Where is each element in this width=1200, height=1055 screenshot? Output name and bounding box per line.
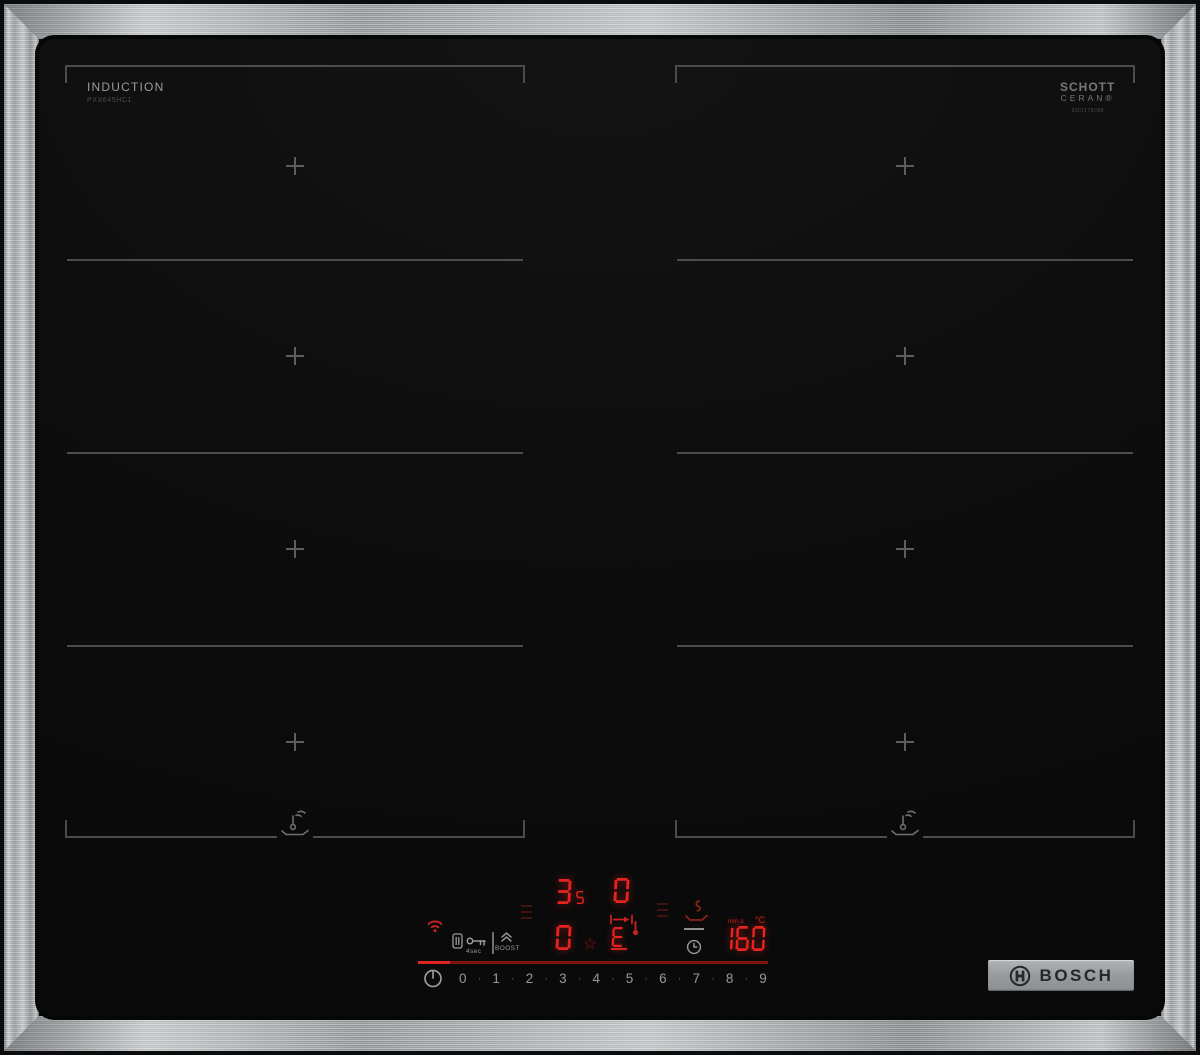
flex-zone-left bbox=[65, 65, 525, 838]
zone-border bbox=[523, 65, 525, 83]
zone-border bbox=[523, 820, 525, 838]
child-lock-label: 4sec bbox=[466, 948, 482, 955]
power-level-slider[interactable]: 0 · 1 · 2 · 3 · 4 · 5 · 6 · 7 · 8 · 9 bbox=[459, 969, 767, 987]
zone-select-plus[interactable] bbox=[286, 347, 304, 365]
zone-border bbox=[65, 836, 277, 838]
zone-separator bbox=[67, 452, 523, 454]
power-icon[interactable] bbox=[423, 968, 443, 988]
zone-border bbox=[65, 65, 525, 67]
zone-select-plus[interactable] bbox=[286, 157, 304, 175]
slider-level-1[interactable]: 1 bbox=[492, 971, 500, 986]
slider-level-6[interactable]: 6 bbox=[659, 971, 667, 986]
slider-indicator-line bbox=[418, 961, 768, 964]
steel-frame-bottom bbox=[4, 1016, 1196, 1051]
slider-level-4[interactable]: 4 bbox=[592, 971, 600, 986]
zone-border bbox=[675, 65, 1135, 67]
zone-select-plus[interactable] bbox=[896, 540, 914, 558]
temp-unit-label: °C bbox=[755, 915, 766, 925]
steel-frame-right bbox=[1161, 4, 1196, 1051]
steel-frame-top bbox=[4, 4, 1196, 39]
heat-indicator-left bbox=[521, 905, 532, 919]
zone-select-plus[interactable] bbox=[286, 540, 304, 558]
zone-border bbox=[923, 836, 1135, 838]
panel-separator-line bbox=[684, 928, 704, 930]
heat-indicator-right bbox=[657, 903, 668, 917]
mode-underline bbox=[611, 948, 627, 950]
slider-dot: · bbox=[544, 971, 549, 985]
slider-dot: · bbox=[510, 971, 515, 985]
slider-dot: · bbox=[744, 971, 749, 985]
boost-icon[interactable] bbox=[500, 930, 513, 943]
zone-separator bbox=[67, 645, 523, 647]
fry-sensor-zone-icon bbox=[890, 805, 920, 839]
zone-separator bbox=[67, 259, 523, 261]
zone-separator bbox=[677, 645, 1133, 647]
child-lock-key-icon[interactable] bbox=[466, 935, 487, 947]
timer-display-main bbox=[556, 879, 572, 904]
zone-border bbox=[675, 836, 887, 838]
slider-level-5[interactable]: 5 bbox=[626, 971, 634, 986]
zone-separator bbox=[677, 259, 1133, 261]
slider-level-0[interactable]: 0 bbox=[459, 971, 467, 986]
bosch-wordmark: BOSCH bbox=[1039, 965, 1114, 985]
mode-display bbox=[611, 927, 624, 947]
panel-divider bbox=[492, 932, 494, 954]
fry-sensor-zone-icon bbox=[280, 805, 310, 839]
slider-dot: · bbox=[677, 971, 682, 985]
favourite-star-icon[interactable]: ☆ bbox=[583, 937, 597, 953]
slider-dot: · bbox=[644, 971, 649, 985]
zone-select-plus[interactable] bbox=[286, 733, 304, 751]
slider-level-2[interactable]: 2 bbox=[526, 971, 534, 986]
slider-level-8[interactable]: 8 bbox=[726, 971, 734, 986]
zone-border bbox=[65, 820, 67, 838]
bosch-emblem-icon bbox=[1009, 965, 1031, 987]
zone-border bbox=[675, 820, 677, 838]
slider-dot: · bbox=[477, 971, 482, 985]
thermometer-icon bbox=[632, 920, 639, 937]
slider-level-3[interactable]: 3 bbox=[559, 971, 567, 986]
induction-hob: INDUCTION PXX645HC1 SCHOTT CERAN® 900117… bbox=[0, 0, 1200, 1055]
wifi-icon bbox=[424, 916, 446, 934]
zone-border bbox=[313, 836, 525, 838]
timer-display-decimal bbox=[576, 891, 584, 904]
temperature-display bbox=[720, 926, 766, 951]
zone-select-plus[interactable] bbox=[896, 733, 914, 751]
slider-dot: · bbox=[577, 971, 582, 985]
zone-separator bbox=[677, 452, 1133, 454]
bosch-logo: BOSCH bbox=[988, 960, 1134, 991]
fry-sensor-panel-icon[interactable] bbox=[684, 899, 709, 924]
boost-label[interactable]: BOOST bbox=[495, 945, 520, 952]
slider-dot: · bbox=[610, 971, 615, 985]
wipe-protection-icon[interactable] bbox=[452, 933, 463, 949]
slider-level-7[interactable]: 7 bbox=[693, 971, 701, 986]
flex-zone-right bbox=[675, 65, 1135, 838]
timer-display-right bbox=[613, 878, 630, 903]
zone-border bbox=[65, 65, 67, 83]
zone-select-plus[interactable] bbox=[896, 347, 914, 365]
slider-dot: · bbox=[710, 971, 715, 985]
zone-select-plus[interactable] bbox=[896, 157, 914, 175]
level-display bbox=[555, 925, 572, 950]
move-pan-icon bbox=[609, 914, 634, 925]
timer-clock-icon[interactable] bbox=[686, 939, 702, 955]
zone-border bbox=[675, 65, 677, 83]
zone-border bbox=[1133, 820, 1135, 838]
steel-frame-left bbox=[4, 4, 39, 1051]
slider-level-9[interactable]: 9 bbox=[759, 971, 767, 986]
zone-border bbox=[1133, 65, 1135, 83]
time-unit-label: min.s bbox=[728, 919, 744, 925]
